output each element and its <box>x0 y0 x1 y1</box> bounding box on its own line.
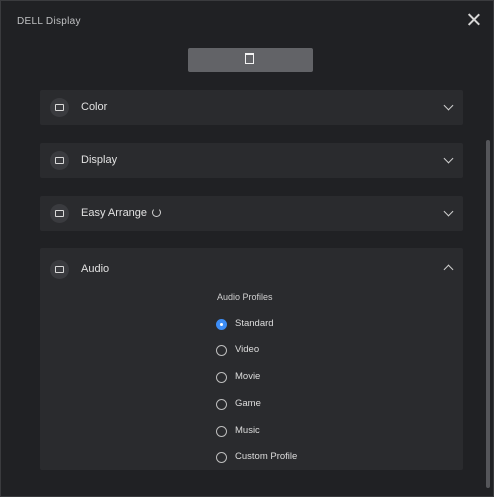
radio-unchecked-icon <box>216 399 227 410</box>
section-label: Easy Arrange <box>81 207 162 219</box>
audio-icon <box>50 260 69 279</box>
section-label: Audio <box>81 263 110 275</box>
section-label: Color <box>81 101 108 113</box>
radio-checked-icon <box>216 319 227 330</box>
section-label: Display <box>81 154 118 166</box>
chevron-up-icon[interactable] <box>443 264 454 275</box>
scrollbar[interactable] <box>486 140 490 488</box>
title-bar: DELL Display <box>1 1 493 39</box>
radio-unchecked-icon <box>216 426 227 437</box>
radio-unchecked-icon <box>216 345 227 356</box>
chevron-down-icon <box>443 206 454 217</box>
display-icon <box>50 151 69 170</box>
easy-arrange-icon <box>50 204 69 223</box>
section-audio: Audio Audio Profiles Standard Video Movi… <box>40 248 463 470</box>
audio-profiles-label: Audio Profiles <box>217 292 273 302</box>
color-icon <box>50 98 69 117</box>
chevron-down-icon <box>443 153 454 164</box>
monitor-icon <box>245 53 254 64</box>
monitor-tab[interactable] <box>188 48 313 72</box>
refresh-icon[interactable] <box>152 208 162 217</box>
chevron-down-icon <box>443 100 454 111</box>
section-color[interactable]: Color <box>40 90 463 125</box>
settings-window: DELL Display Color Display Easy Arrange … <box>0 0 494 497</box>
section-display[interactable]: Display <box>40 143 463 178</box>
radio-unchecked-icon <box>216 452 227 463</box>
radio-unchecked-icon <box>216 372 227 383</box>
section-easy-arrange[interactable]: Easy Arrange <box>40 196 463 231</box>
close-icon[interactable] <box>464 10 484 30</box>
window-title: DELL Display <box>17 16 81 27</box>
